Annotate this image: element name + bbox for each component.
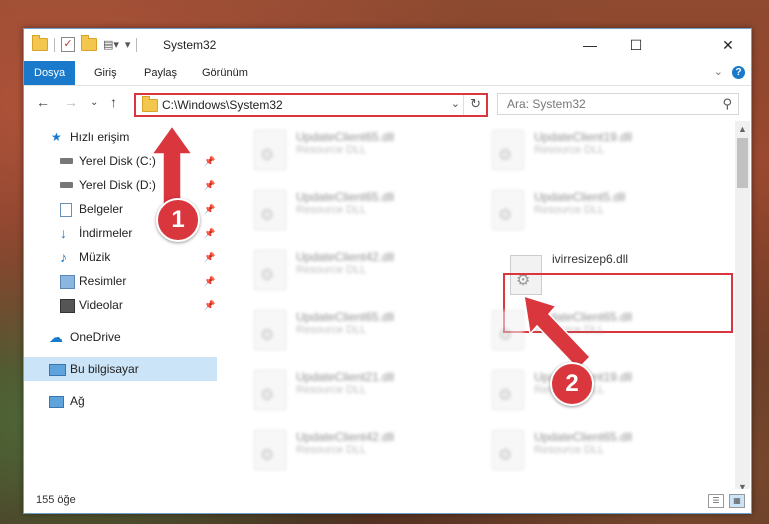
step-badge-2: 2 bbox=[550, 362, 594, 406]
arrow-1 bbox=[150, 124, 194, 206]
annotation-arrows bbox=[150, 124, 592, 371]
arrow-2 bbox=[523, 294, 592, 371]
step-badge-1: 1 bbox=[156, 198, 200, 242]
